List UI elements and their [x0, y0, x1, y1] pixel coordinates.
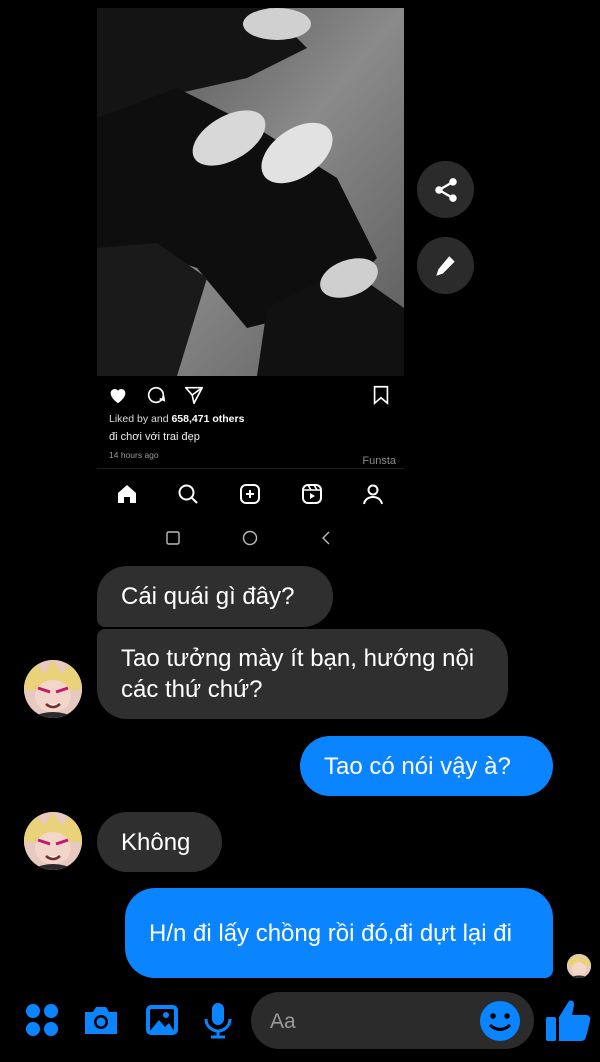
edit-icon	[435, 255, 455, 276]
outgoing-message[interactable]: H/n đi lấy chồng rồi đó,đi dựt lại đi	[125, 888, 553, 978]
outgoing-message[interactable]: Tao có nói vậy à?	[300, 736, 553, 796]
send-icon[interactable]	[183, 384, 205, 406]
apps-icon[interactable]	[22, 1000, 62, 1040]
sender-avatar[interactable]	[24, 660, 82, 718]
home-circle-icon[interactable]	[242, 530, 258, 546]
mic-icon[interactable]	[198, 1000, 238, 1040]
gallery-icon[interactable]	[142, 1000, 182, 1040]
incoming-message[interactable]: Không	[97, 812, 222, 872]
incoming-message[interactable]: Tao tưởng mày ít bạn, hướng nội các thứ …	[97, 629, 508, 719]
share-icon	[434, 177, 457, 202]
avatar-image	[24, 660, 82, 718]
share-button[interactable]	[417, 161, 474, 218]
sender-avatar[interactable]	[24, 812, 82, 870]
bookmark-icon[interactable]	[370, 384, 392, 406]
back-icon[interactable]	[319, 530, 335, 546]
post-time: 14 hours ago	[109, 450, 159, 460]
message-placeholder: Aa	[270, 1010, 296, 1033]
edit-button[interactable]	[417, 237, 474, 294]
profile-icon[interactable]	[361, 482, 385, 506]
reels-icon[interactable]	[300, 482, 324, 506]
divider	[97, 468, 404, 469]
liked-by-text: Liked by and 658,471 others	[109, 413, 245, 425]
seen-avatar	[567, 954, 591, 978]
incoming-message[interactable]: Cái quái gì đây?	[97, 566, 333, 627]
post-caption: đi chơi với trai đẹp	[109, 431, 200, 443]
new-post-icon[interactable]	[238, 482, 262, 506]
avatar-image	[24, 812, 82, 870]
search-icon[interactable]	[176, 482, 200, 506]
watermark: Funsta	[362, 455, 396, 467]
shared-post-screenshot[interactable]: Liked by and 658,471 others đi chơi với …	[97, 0, 404, 555]
shared-photo	[97, 8, 404, 376]
comment-icon[interactable]	[145, 384, 167, 406]
emoji-icon[interactable]	[479, 1000, 521, 1042]
recents-icon[interactable]	[165, 530, 181, 546]
home-icon[interactable]	[115, 482, 139, 506]
like-icon[interactable]	[543, 995, 593, 1045]
seen-avatar-image	[567, 954, 591, 978]
camera-icon[interactable]	[81, 1000, 121, 1040]
instagram-nav-bar	[97, 478, 404, 510]
system-nav-bar	[97, 528, 404, 548]
heart-icon[interactable]	[107, 384, 129, 406]
